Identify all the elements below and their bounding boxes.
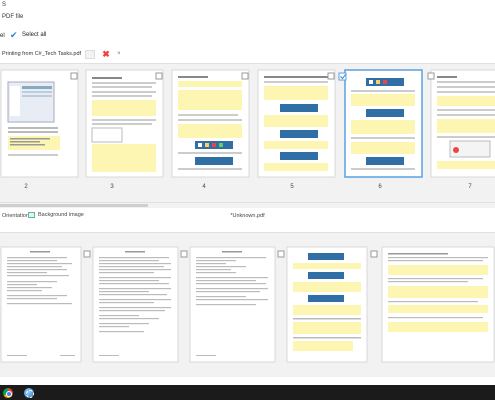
source-pages-strip[interactable]: 2 3 4 5 6 7 bbox=[0, 63, 495, 203]
output-page-thumb[interactable] bbox=[381, 246, 495, 363]
select-all-button[interactable]: ✔ Select all bbox=[10, 30, 47, 40]
top-bar: S PDF file bbox=[0, 0, 495, 22]
red-x-icon[interactable]: ✖ bbox=[101, 49, 111, 59]
output-page-thumb[interactable] bbox=[0, 246, 91, 363]
page-number: 3 bbox=[110, 184, 114, 190]
page-thumb-4[interactable] bbox=[171, 69, 250, 178]
page-thumb-5[interactable] bbox=[257, 69, 336, 178]
section-title: PDF file bbox=[2, 14, 24, 20]
app-letter: S bbox=[2, 2, 7, 8]
page-number: 5 bbox=[290, 184, 294, 190]
page-number: 4 bbox=[202, 184, 206, 190]
file-tab-name: Printing from C#_Tech Tasks.pdf bbox=[2, 51, 82, 57]
selection-toolbar: el ✔ Select all bbox=[0, 30, 495, 42]
taskbar bbox=[0, 385, 495, 400]
output-page-thumb[interactable] bbox=[189, 246, 285, 363]
file-tab[interactable]: Printing from C#_Tech Tasks.pdf ✖ × bbox=[0, 47, 130, 61]
source-strip-scrollbar[interactable] bbox=[0, 203, 495, 208]
select-all-label: Select all bbox=[22, 32, 47, 38]
output-pages-strip[interactable] bbox=[0, 232, 495, 377]
page-thumb-3[interactable] bbox=[85, 69, 164, 178]
page-number: 7 bbox=[468, 184, 472, 190]
page-thumb-6[interactable] bbox=[338, 69, 423, 178]
app-window: S PDF file el ✔ Select all Printing from… bbox=[0, 0, 495, 400]
output-toolbar: Orientation Background image *Unknown.pd… bbox=[0, 212, 495, 222]
file-color-box[interactable] bbox=[85, 49, 96, 59]
output-file-name: *Unknown.pdf bbox=[230, 213, 265, 219]
scrollbar-thumb[interactable] bbox=[0, 204, 148, 207]
page-number: 2 bbox=[24, 184, 28, 190]
output-page-thumb[interactable] bbox=[92, 246, 188, 363]
checkmark-icon: ✔ bbox=[10, 30, 18, 40]
output-page-thumb[interactable] bbox=[286, 246, 378, 363]
app-icon[interactable] bbox=[24, 388, 34, 398]
page-thumb-7[interactable] bbox=[427, 69, 495, 178]
page-number: 6 bbox=[378, 184, 382, 190]
page-thumb-2[interactable] bbox=[0, 69, 79, 178]
output-pages-svg bbox=[0, 246, 495, 363]
close-tab-button[interactable]: × bbox=[117, 51, 121, 57]
chrome-icon[interactable] bbox=[3, 388, 13, 398]
source-pages-svg bbox=[0, 69, 495, 178]
selection-left-label[interactable]: el bbox=[0, 33, 5, 39]
